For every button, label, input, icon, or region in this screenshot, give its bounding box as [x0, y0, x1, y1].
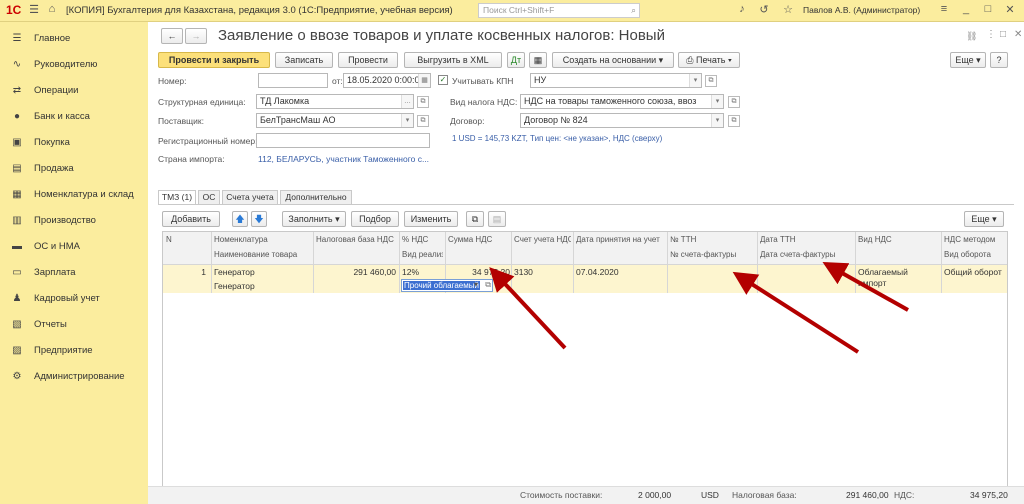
arrow-ttn-number	[732, 271, 860, 354]
arrow-realization	[489, 267, 567, 350]
arrow-ttn-date	[822, 262, 909, 312]
annotation-arrows	[489, 262, 909, 354]
